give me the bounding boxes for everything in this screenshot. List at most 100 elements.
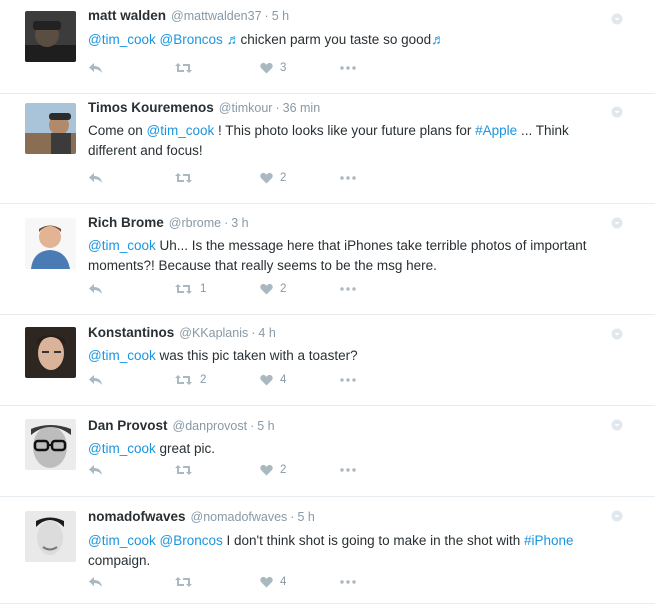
user-handle[interactable]: @mattwalden37: [171, 9, 262, 23]
tweet-text-segment: chicken parm you taste so good: [240, 32, 432, 47]
tweet-text-segment: I don't think shot is going to make in t…: [222, 533, 524, 548]
separator-dot: ·: [264, 9, 269, 23]
more-button[interactable]: [340, 573, 356, 591]
caret-down-icon[interactable]: [611, 216, 623, 229]
avatar[interactable]: [25, 327, 76, 378]
separator-dot: ·: [250, 419, 255, 433]
mention-link[interactable]: @tim_cook: [88, 32, 156, 47]
mention-link[interactable]: @tim_cook: [88, 441, 156, 456]
retweet-icon: [174, 576, 193, 588]
caret-down-icon[interactable]: [611, 12, 623, 25]
reply-icon: [88, 283, 103, 295]
user-fullname[interactable]: Dan Provost: [88, 418, 168, 433]
reply-icon: [88, 62, 103, 74]
retweet-button[interactable]: [174, 461, 200, 479]
user-handle[interactable]: @nomadofwaves: [191, 510, 288, 524]
mention-link[interactable]: @Broncos: [160, 32, 223, 47]
tweet-text: @tim_cook @Broncos I don't think shot is…: [88, 531, 598, 571]
separator-dot: ·: [224, 216, 229, 230]
tweet-timestamp[interactable]: 3 h: [231, 216, 248, 230]
caret-down-icon[interactable]: [611, 105, 623, 118]
user-handle[interactable]: @rbrome: [169, 216, 221, 230]
heart-icon: [260, 283, 273, 295]
like-count: 2: [280, 464, 287, 476]
tweet-text: @tim_cook @Broncos ♬chicken parm you tas…: [88, 29, 598, 50]
tweet-timestamp[interactable]: 5 h: [257, 419, 274, 433]
user-handle[interactable]: @KKaplanis: [179, 326, 248, 340]
avatar[interactable]: [25, 103, 76, 154]
like-button[interactable]: 2: [260, 169, 286, 187]
tweet[interactable]: Rich Brome @rbrome · 3 h @tim_cook Uh... Is…: [0, 204, 655, 315]
retweet-button[interactable]: [174, 59, 200, 77]
avatar[interactable]: [25, 511, 76, 562]
avatar[interactable]: [25, 218, 76, 269]
reply-button[interactable]: [88, 169, 103, 187]
tweet[interactable]: Konstantinos @KKaplanis · 4 h @tim_cook was…: [0, 315, 655, 406]
tweet-actions: 2: [88, 461, 388, 479]
avatar[interactable]: [25, 419, 76, 470]
mention-link[interactable]: @tim_cook: [88, 533, 156, 548]
like-button[interactable]: 4: [260, 371, 286, 389]
user-fullname[interactable]: nomadofwaves: [88, 509, 186, 524]
like-button[interactable]: 2: [260, 280, 286, 298]
more-button[interactable]: [340, 280, 356, 298]
reply-button[interactable]: [88, 573, 103, 591]
retweet-button[interactable]: 1: [174, 280, 206, 298]
user-handle[interactable]: @danprovost: [173, 419, 248, 433]
user-fullname[interactable]: matt walden: [88, 8, 166, 23]
tweet[interactable]: nomadofwaves @nomadofwaves · 5 h @tim_cook …: [0, 497, 655, 604]
hashtag-link[interactable]: #iPhone: [524, 533, 574, 548]
tweet-timestamp[interactable]: 5 h: [297, 510, 314, 524]
tweet-actions: 1 2: [88, 280, 388, 298]
caret-down-icon[interactable]: [611, 327, 623, 340]
mention-link[interactable]: @tim_cook: [88, 238, 156, 253]
heart-icon: [260, 464, 273, 476]
music-note-emoji: ♬: [226, 31, 241, 47]
reply-button[interactable]: [88, 59, 103, 77]
user-handle[interactable]: @timkour: [219, 101, 273, 115]
tweet-text-segment: ! This photo looks like your future plan…: [214, 123, 476, 138]
tweet-text: @tim_cook Uh... Is the message here that…: [88, 236, 598, 276]
retweet-button[interactable]: [174, 573, 200, 591]
retweet-icon: [174, 464, 193, 476]
more-icon: [340, 378, 356, 382]
user-fullname[interactable]: Timos Kouremenos: [88, 100, 214, 115]
more-icon: [340, 287, 356, 291]
tweet[interactable]: Dan Provost @danprovost · 5 h @tim_cook gre…: [0, 406, 655, 497]
avatar[interactable]: [25, 11, 76, 62]
mention-link[interactable]: @Broncos: [160, 533, 223, 548]
reply-button[interactable]: [88, 371, 103, 389]
separator-dot: ·: [251, 326, 256, 340]
tweet-timestamp[interactable]: 4 h: [258, 326, 275, 340]
reply-button[interactable]: [88, 461, 103, 479]
mention-link[interactable]: @tim_cook: [147, 123, 215, 138]
tweet[interactable]: Timos Kouremenos @timkour · 36 min Come on …: [0, 94, 655, 204]
caret-down-icon[interactable]: [611, 509, 623, 522]
tweet-timestamp[interactable]: 5 h: [272, 9, 289, 23]
more-button[interactable]: [340, 169, 356, 187]
reply-button[interactable]: [88, 280, 103, 298]
tweet-header: matt walden @mattwalden37 · 5 h: [88, 8, 289, 23]
like-button[interactable]: 2: [260, 461, 286, 479]
reply-icon: [88, 172, 103, 184]
user-fullname[interactable]: Rich Brome: [88, 215, 164, 230]
user-fullname[interactable]: Konstantinos: [88, 325, 174, 340]
like-button[interactable]: 4: [260, 573, 286, 591]
tweet[interactable]: matt walden @mattwalden37 · 5 h @tim_cook @…: [0, 0, 655, 94]
retweet-button[interactable]: [174, 169, 200, 187]
mention-link[interactable]: @tim_cook: [88, 348, 156, 363]
more-button[interactable]: [340, 59, 356, 77]
like-button[interactable]: 3: [260, 59, 286, 77]
caret-down-icon[interactable]: [611, 418, 623, 431]
more-button[interactable]: [340, 461, 356, 479]
tweet-timestamp[interactable]: 36 min: [283, 101, 321, 115]
more-button[interactable]: [340, 371, 356, 389]
tweet-actions: 2 4: [88, 371, 388, 389]
retweet-count: 1: [200, 283, 207, 295]
hashtag-link[interactable]: #Apple: [475, 123, 517, 138]
like-count: 4: [280, 374, 287, 386]
more-icon: [340, 176, 356, 180]
more-icon: [340, 468, 356, 472]
retweet-button[interactable]: 2: [174, 371, 206, 389]
tweet-text: @tim_cook was this pic taken with a toas…: [88, 346, 598, 366]
